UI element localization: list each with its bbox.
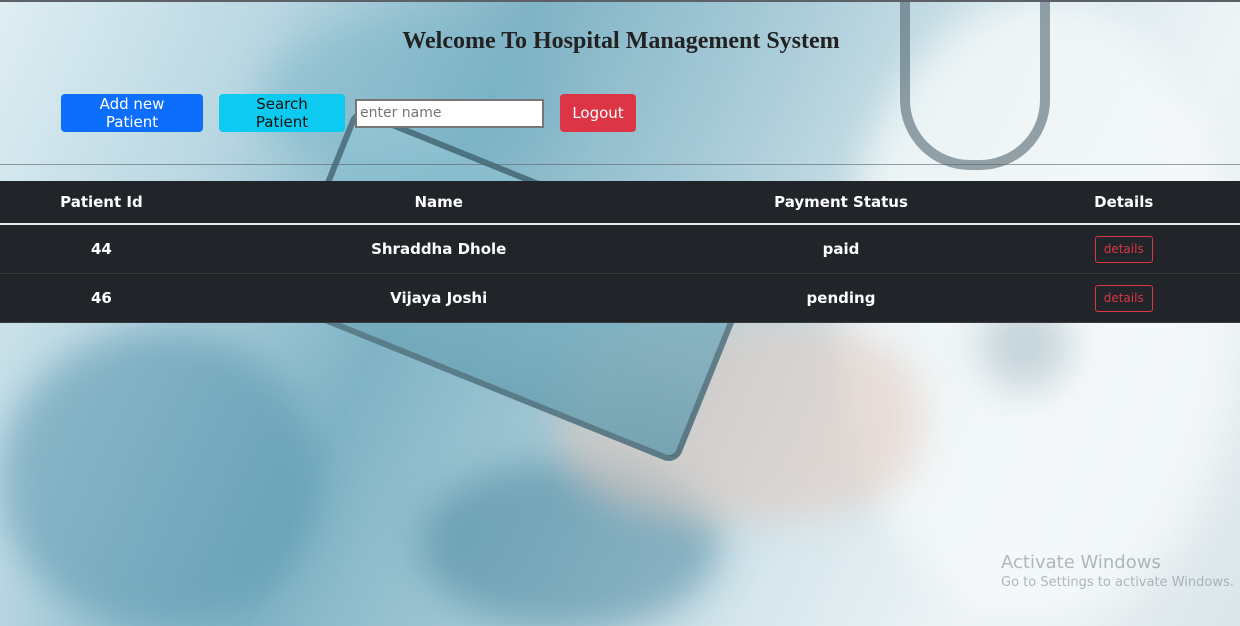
logout-button[interactable]: Logout [560,94,636,132]
details-cell: details [1007,273,1240,323]
search-patient-button[interactable]: Search Patient [219,94,345,132]
patient-name-cell: Vijaya Joshi [202,273,675,323]
patient-name-cell: Shraddha Dhole [202,224,675,274]
page-title: Welcome To Hospital Management System [402,28,840,54]
page-content: Welcome To Hospital Management System Ad… [0,0,1240,323]
search-input[interactable] [355,98,544,128]
patient-id-cell: 46 [0,273,203,323]
divider [0,164,1240,165]
patient-table: Patient Id Name Payment Status Details 4… [0,181,1240,323]
table-row: 46 Vijaya Joshi pending details [0,273,1240,323]
activate-windows-watermark: Activate Windows Go to Settings to activ… [1001,552,1234,590]
watermark-subtitle: Go to Settings to activate Windows. [1001,575,1234,590]
add-patient-button[interactable]: Add new Patient [61,94,203,132]
details-button[interactable]: details [1094,235,1153,263]
payment-status-cell: paid [674,224,1008,274]
column-header-name: Name [202,181,675,225]
table-row: 44 Shraddha Dhole paid details [0,224,1240,274]
column-header-patient-id: Patient Id [0,181,203,225]
patient-id-cell: 44 [0,224,203,274]
watermark-title: Activate Windows [1001,552,1161,573]
details-cell: details [1007,224,1240,274]
toolbar: Add new Patient Search Patient Logout [0,94,1240,132]
column-header-payment-status: Payment Status [674,181,1008,225]
details-button[interactable]: details [1094,284,1153,312]
payment-status-cell: pending [674,273,1008,323]
table-header-row: Patient Id Name Payment Status Details [0,181,1240,225]
column-header-details: Details [1007,181,1240,225]
